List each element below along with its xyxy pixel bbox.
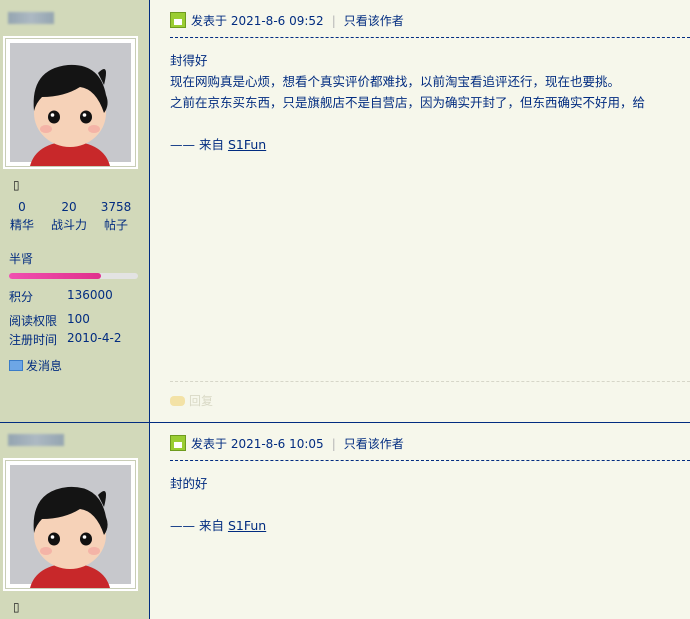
stat-digest[interactable]: 0 精华 [2,200,42,233]
post-content-area: 发表于 2021-8-6 10:05 | 只看该作者 封的好 —— 来自 S1Fun [150,423,690,619]
author-sidebar: ▯ 0 精华 20 战斗力 3758 帖子 半肾 积分 136000 阅读权限 [0,0,150,422]
stat-posts-label: 帖子 [103,218,128,232]
post-line: 封得好 [170,53,208,68]
separator: | [331,14,336,28]
author-name-blurred[interactable] [8,434,64,446]
envelope-icon [9,360,23,371]
stat-posts[interactable]: 3758 帖子 [96,200,136,233]
post-line: 封的好 [170,476,208,491]
post-time: 发表于 2021-8-6 09:52 [191,14,324,28]
post-2: ▯ 发表于 2021-8-6 10:05 | 只看该作者 封的好 —— 来自 S1F… [0,423,690,619]
rank-progress-fill [9,273,101,279]
info-value: 136000 [67,288,113,302]
source-prefix: —— 来自 [170,137,228,152]
avatar[interactable] [5,38,136,167]
send-message-label: 发消息 [26,359,63,373]
footer-divider [170,381,690,382]
reply-icon [170,396,185,406]
info-label: 积分 [9,290,34,304]
reply-label: 回复 [189,394,214,408]
post-header: 发表于 2021-8-6 10:05 | 只看该作者 [170,435,404,451]
post-source: —— 来自 S1Fun [170,134,690,155]
online-status-icon [170,12,186,28]
stat-digest-value: 0 [18,200,26,214]
post-source: —— 来自 S1Fun [170,515,690,536]
rank-progress-bar [9,273,138,279]
author-name-blurred[interactable] [8,12,54,24]
post-line: 现在网购真是心烦，想看个真实评价都难找，以前淘宝看追评还行，现在也要挑。 [170,74,621,89]
stat-digest-label: 精华 [9,218,34,232]
post-1: ▯ 0 精华 20 战斗力 3758 帖子 半肾 积分 136000 阅读权限 [0,0,690,422]
author-sidebar: ▯ [0,423,150,619]
post-header: 发表于 2021-8-6 09:52 | 只看该作者 [170,12,404,28]
info-credits: 积分 136000 [9,288,113,305]
header-divider [170,37,690,38]
reply-button[interactable]: 回复 [170,392,213,409]
send-message-link[interactable]: 发消息 [9,357,62,374]
stat-posts-value: 3758 [100,200,132,214]
online-status-icon [170,435,186,451]
post-content-area: 发表于 2021-8-6 09:52 | 只看该作者 封得好 现在网购真是心烦，想看… [150,0,690,422]
avatar-image [10,465,131,588]
source-link[interactable]: S1Fun [228,137,266,152]
mobile-icon: ▯ [13,600,20,614]
post-body: 封的好 —— 来自 S1Fun [170,473,690,536]
mobile-icon: ▯ [13,178,20,192]
info-read-permission: 阅读权限 100 [9,312,90,329]
avatar[interactable] [5,460,136,589]
post-body: 封得好 现在网购真是心烦，想看个真实评价都难找，以前淘宝看追评还行，现在也要挑。… [170,50,690,155]
stat-power-value: 20 [61,200,77,214]
info-label: 注册时间 [9,333,58,347]
separator: | [331,437,336,451]
info-value: 2010-4-2 [67,331,122,345]
author-only-link[interactable]: 只看该作者 [344,14,404,28]
info-register-date: 注册时间 2010-4-2 [9,331,121,348]
source-link[interactable]: S1Fun [228,518,266,533]
stat-power-label: 战斗力 [50,218,87,232]
post-line: 之前在京东买东西，只是旗舰店不是自营店，因为确实开封了，但东西确实不好用，给 [170,95,646,110]
post-time: 发表于 2021-8-6 10:05 [191,437,324,451]
avatar-image [10,43,131,166]
user-rank[interactable]: 半肾 [9,250,33,267]
stat-power[interactable]: 20 战斗力 [49,200,89,233]
source-prefix: —— 来自 [170,518,228,533]
header-divider [170,460,690,461]
info-value: 100 [67,312,90,326]
info-label: 阅读权限 [9,314,58,328]
author-only-link[interactable]: 只看该作者 [344,437,404,451]
